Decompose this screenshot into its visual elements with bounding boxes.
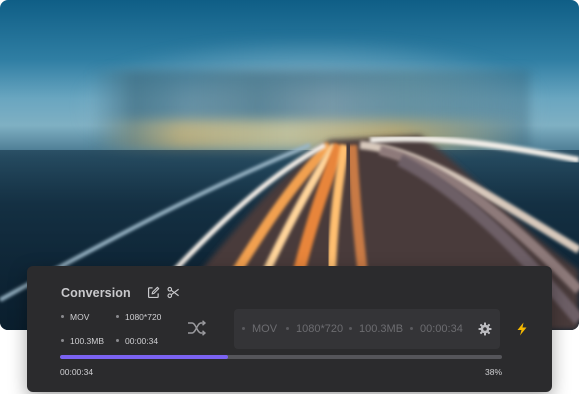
bullet-dot xyxy=(242,326,245,330)
source-resolution: 1080*720 xyxy=(116,312,161,322)
bullet-dot xyxy=(410,326,413,330)
source-duration: 00:00:34 xyxy=(116,336,158,346)
source-format: MOV xyxy=(61,312,89,322)
bullet-dot xyxy=(349,326,352,330)
output-duration: 00:00:34 xyxy=(410,323,463,335)
screen: Conversion MOV 1080*720 100.3MB 00:00:34 xyxy=(0,0,579,394)
shuffle-icon[interactable] xyxy=(187,320,207,336)
bullet-dot xyxy=(116,315,119,319)
progress-percent: 38% xyxy=(484,367,502,377)
output-settings[interactable]: MOV 1080*720 100.3MB 00:00:34 xyxy=(234,309,500,349)
panel-title: Conversion xyxy=(61,286,131,300)
progress-fill xyxy=(60,355,228,359)
output-resolution: 1080*720 xyxy=(286,323,343,335)
scissors-icon[interactable] xyxy=(167,286,180,299)
bullet-dot xyxy=(61,315,64,319)
edit-icon[interactable] xyxy=(147,286,160,299)
bullet-dot xyxy=(286,326,289,330)
conversion-panel: Conversion MOV 1080*720 100.3MB 00:00:34 xyxy=(27,266,552,392)
progress-bar xyxy=(60,355,502,359)
elapsed-time: 00:00:34 xyxy=(60,367,94,377)
gear-icon[interactable] xyxy=(478,322,492,336)
output-size: 100.3MB xyxy=(349,323,403,335)
output-format: MOV xyxy=(242,323,277,335)
lightning-icon[interactable] xyxy=(516,322,528,336)
bullet-dot xyxy=(116,339,119,343)
source-size: 100.3MB xyxy=(61,336,104,346)
bullet-dot xyxy=(61,339,64,343)
